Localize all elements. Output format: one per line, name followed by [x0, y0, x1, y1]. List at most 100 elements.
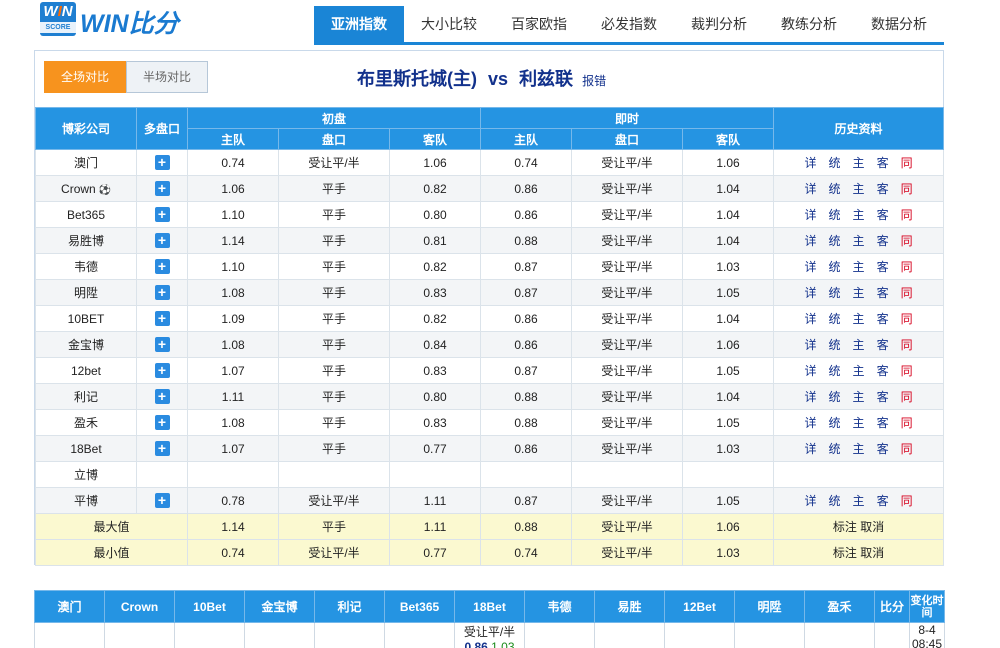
history-link-detail[interactable]: 详	[805, 156, 817, 170]
history-link-home[interactable]: 主	[853, 442, 865, 456]
history-link-same[interactable]: 同	[901, 208, 913, 222]
history-link-stats[interactable]: 统	[829, 234, 841, 248]
expand-plus-icon[interactable]: +	[154, 207, 170, 223]
history-link-away[interactable]: 客	[877, 416, 889, 430]
history-link-stats[interactable]: 统	[829, 416, 841, 430]
odds-cell-i-home: 1.06	[187, 175, 279, 202]
history-link-away[interactable]: 客	[877, 338, 889, 352]
odds-cell-i-away: 1.11	[388, 487, 482, 514]
history-link-detail[interactable]: 详	[805, 338, 817, 352]
history-link-away[interactable]: 客	[877, 494, 889, 508]
expand-plus-icon[interactable]: +	[154, 363, 170, 379]
history-link-home[interactable]: 主	[853, 494, 865, 508]
history-link-away[interactable]: 客	[877, 156, 889, 170]
history-link-away[interactable]: 客	[877, 442, 889, 456]
history-link-stats[interactable]: 统	[829, 364, 841, 378]
history-link-home[interactable]: 主	[853, 260, 865, 274]
nav-over-under[interactable]: 大小比较	[404, 6, 494, 42]
expand-plus-icon[interactable]: +	[154, 285, 170, 301]
tab-full-time[interactable]: 全场对比	[44, 61, 126, 93]
summary-mark-cancel[interactable]: 标注 取消	[773, 539, 945, 566]
history-link-away[interactable]: 客	[877, 364, 889, 378]
history-link-away[interactable]: 客	[877, 260, 889, 274]
history-link-same[interactable]: 同	[901, 182, 913, 196]
history-link-away[interactable]: 客	[877, 390, 889, 404]
site-logo[interactable]: WIN SCORE WIN比分	[40, 2, 190, 38]
history-link-same[interactable]: 同	[901, 364, 913, 378]
history-link-away[interactable]: 客	[877, 234, 889, 248]
history-link-detail[interactable]: 详	[805, 260, 817, 274]
history-link-stats[interactable]: 统	[829, 208, 841, 222]
history-link-same[interactable]: 同	[901, 156, 913, 170]
history-link-stats[interactable]: 统	[829, 286, 841, 300]
history-link-home[interactable]: 主	[853, 208, 865, 222]
history-link-home[interactable]: 主	[853, 338, 865, 352]
expand-plus-icon[interactable]: +	[154, 337, 170, 353]
history-link-detail[interactable]: 详	[805, 416, 817, 430]
expand-plus-icon[interactable]: +	[154, 233, 170, 249]
history-link-detail[interactable]: 详	[805, 494, 817, 508]
history-link-detail[interactable]: 详	[805, 312, 817, 326]
nav-betfair-index[interactable]: 必发指数	[584, 6, 674, 42]
history-link-away[interactable]: 客	[877, 208, 889, 222]
history-link-same[interactable]: 同	[901, 312, 913, 326]
expand-plus-icon[interactable]: +	[154, 259, 170, 275]
history-link-stats[interactable]: 统	[829, 182, 841, 196]
history-link-home[interactable]: 主	[853, 234, 865, 248]
history-link-detail[interactable]: 详	[805, 286, 817, 300]
expand-plus-icon[interactable]: +	[154, 311, 170, 327]
history-link-stats[interactable]: 统	[829, 260, 841, 274]
history-link-home[interactable]: 主	[853, 390, 865, 404]
history-link-stats[interactable]: 统	[829, 390, 841, 404]
history-link-same[interactable]: 同	[901, 234, 913, 248]
nav-referee-analysis[interactable]: 裁判分析	[674, 6, 764, 42]
tab-half-time[interactable]: 半场对比	[126, 61, 208, 93]
history-link-same[interactable]: 同	[901, 260, 913, 274]
table-row: 韦德 +1.10 平手 0.82 0.87 受让平/半 1.03 详统主客同	[35, 253, 945, 280]
history-link-detail[interactable]: 详	[805, 364, 817, 378]
history-link-stats[interactable]: 统	[829, 312, 841, 326]
history-link-detail[interactable]: 详	[805, 442, 817, 456]
report-error-link[interactable]: 报错	[582, 74, 606, 88]
change-header: 变化时间	[909, 590, 945, 623]
history-link-away[interactable]: 客	[877, 312, 889, 326]
expand-plus-icon[interactable]: +	[154, 181, 170, 197]
change-header: 12Bet	[664, 590, 735, 623]
history-link-home[interactable]: 主	[853, 156, 865, 170]
history-link-same[interactable]: 同	[901, 494, 913, 508]
history-link-stats[interactable]: 统	[829, 156, 841, 170]
history-link-same[interactable]: 同	[901, 286, 913, 300]
history-link-same[interactable]: 同	[901, 390, 913, 404]
expand-plus-icon[interactable]: +	[154, 415, 170, 431]
odds-table: 博彩公司 多盘口 初盘 即时 历史资料 主队 盘口 客队 主队 盘口 客队 澳门…	[35, 107, 945, 566]
expand-plus-icon[interactable]: +	[154, 441, 170, 457]
nav-euro-index[interactable]: 百家欧指	[494, 6, 584, 42]
history-link-same[interactable]: 同	[901, 338, 913, 352]
history-link-stats[interactable]: 统	[829, 338, 841, 352]
nav-data-analysis[interactable]: 数据分析	[854, 6, 944, 42]
nav-coach-analysis[interactable]: 教练分析	[764, 6, 854, 42]
history-link-stats[interactable]: 统	[829, 442, 841, 456]
table-row: 10BET +1.09 平手 0.82 0.86 受让平/半 1.04 详统主客同	[35, 305, 945, 332]
history-link-detail[interactable]: 详	[805, 208, 817, 222]
summary-mark-cancel[interactable]: 标注 取消	[773, 513, 945, 540]
history-link-detail[interactable]: 详	[805, 234, 817, 248]
expand-plus-icon[interactable]: +	[154, 389, 170, 405]
history-link-home[interactable]: 主	[853, 286, 865, 300]
expand-plus-icon[interactable]: +	[154, 493, 170, 509]
history-link-detail[interactable]: 详	[805, 390, 817, 404]
history-link-home[interactable]: 主	[853, 416, 865, 430]
history-link-detail[interactable]: 详	[805, 182, 817, 196]
history-link-away[interactable]: 客	[877, 182, 889, 196]
history-link-home[interactable]: 主	[853, 312, 865, 326]
history-link-home[interactable]: 主	[853, 182, 865, 196]
history-link-home[interactable]: 主	[853, 364, 865, 378]
odds-cell-l-away: 1.04	[682, 227, 775, 254]
history-link-away[interactable]: 客	[877, 286, 889, 300]
odds-cell-i-away: 0.83	[388, 279, 482, 306]
expand-plus-icon[interactable]: +	[154, 155, 170, 171]
history-link-stats[interactable]: 统	[829, 494, 841, 508]
history-link-same[interactable]: 同	[901, 442, 913, 456]
nav-asian-index[interactable]: 亚洲指数	[314, 6, 404, 42]
history-link-same[interactable]: 同	[901, 416, 913, 430]
